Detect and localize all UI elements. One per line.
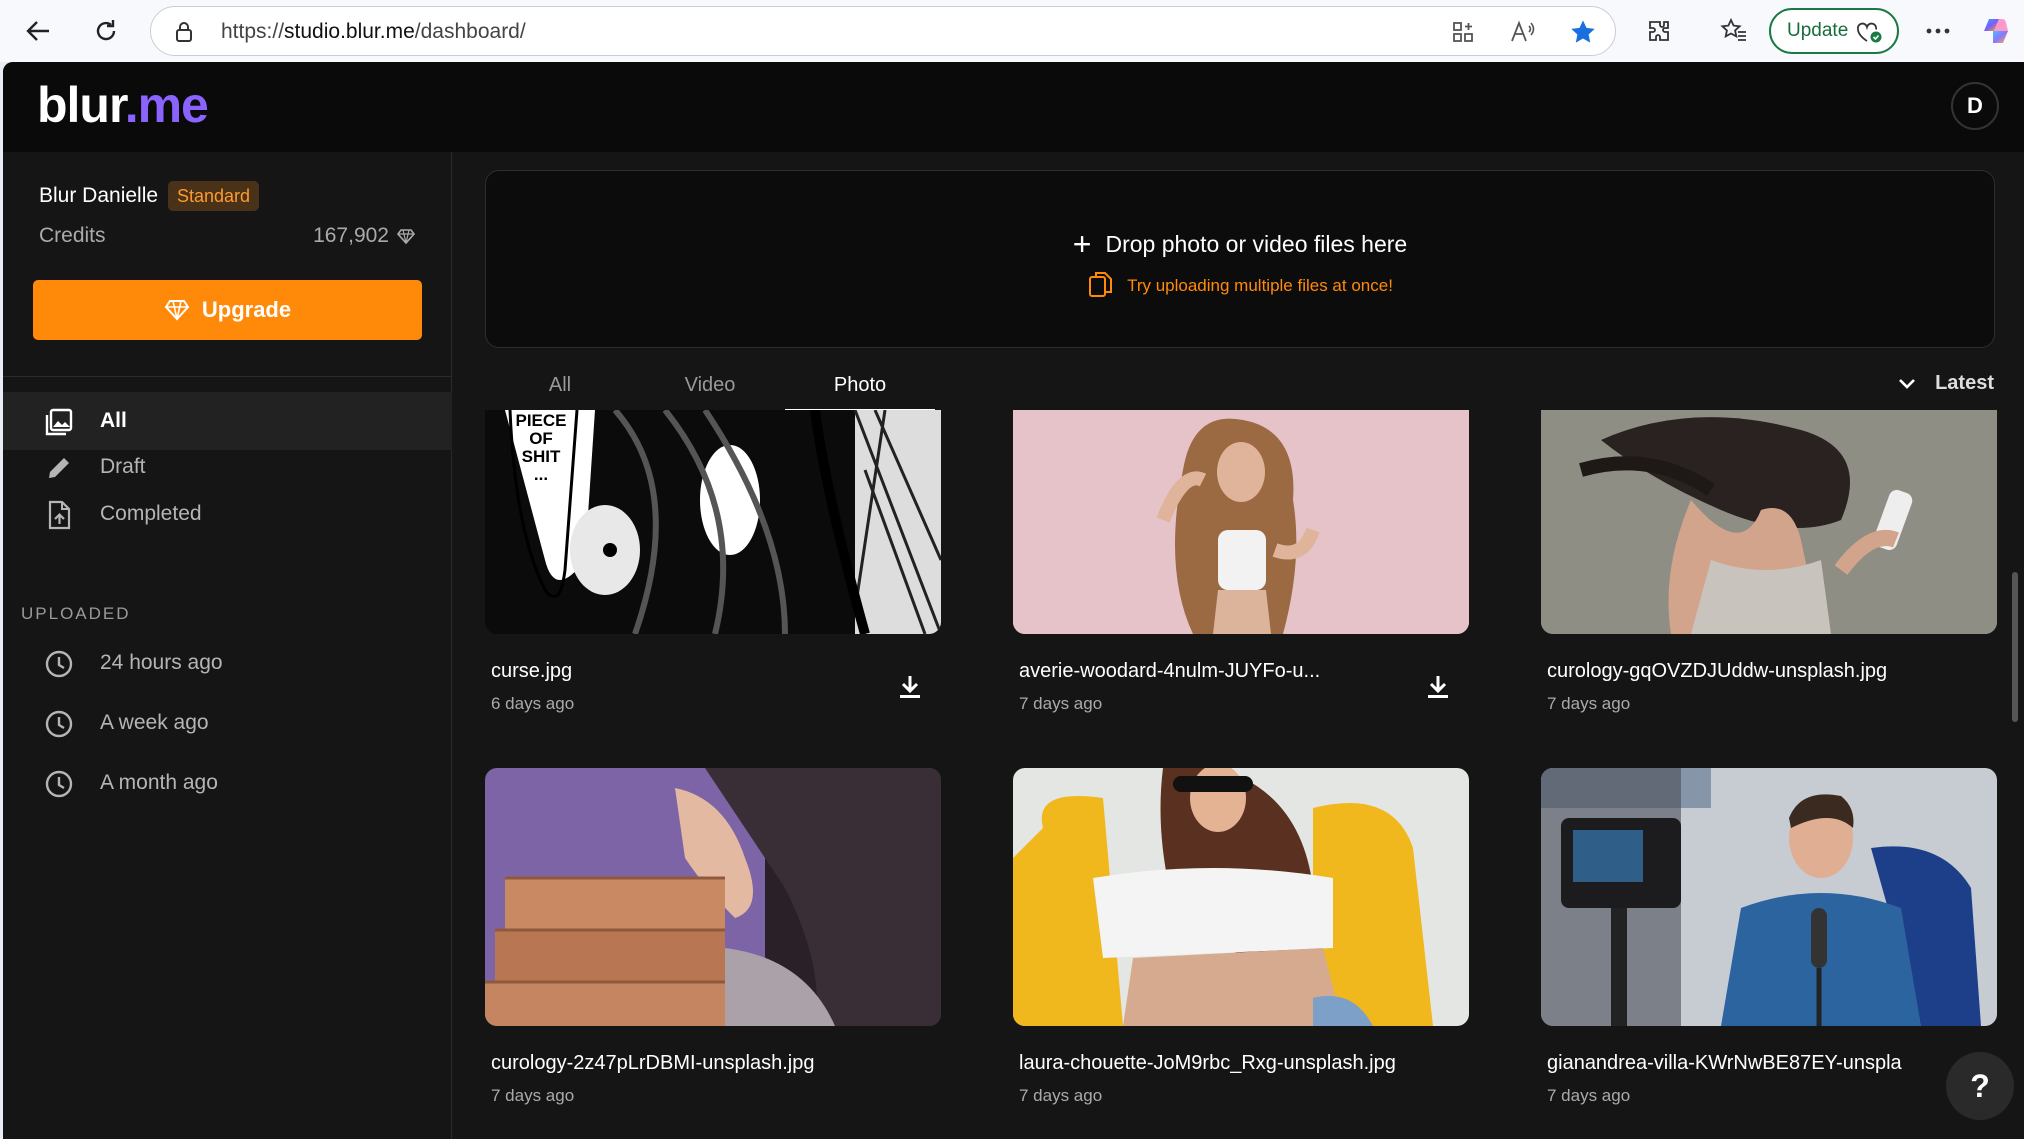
file-card[interactable]: curology-2z47pLrDBMI-unsplash.jpg 7 days… <box>485 768 941 1105</box>
tab-all[interactable]: All <box>485 362 635 412</box>
sidebar: Blur Danielle Standard Credits 167,902 U… <box>3 152 452 1139</box>
file-thumbnail[interactable] <box>1013 410 1469 634</box>
file-name: curse.jpg <box>491 660 573 682</box>
url-text: https://studio.blur.me/dashboard/ <box>221 20 526 43</box>
copilot-icon[interactable] <box>1978 13 2014 49</box>
svg-text:SHIT: SHIT <box>522 447 561 466</box>
sidebar-item-label: A month ago <box>100 771 218 794</box>
clock-icon <box>43 648 75 680</box>
avatar[interactable]: D <box>1951 82 1999 130</box>
upgrade-button[interactable]: Upgrade <box>33 280 422 340</box>
scrollbar[interactable] <box>2012 572 2018 722</box>
file-name: averie-woodard-4nulm-JUYFo-u... <box>1019 660 1321 682</box>
file-date: 7 days ago <box>1547 694 1631 713</box>
download-icon[interactable] <box>895 672 925 702</box>
sidebar-item-label: All <box>100 409 127 432</box>
divider <box>3 376 452 377</box>
app-available-icon[interactable] <box>1447 16 1479 48</box>
read-aloud-icon[interactable] <box>1507 16 1539 48</box>
diamond-icon <box>397 229 415 245</box>
file-thumbnail[interactable] <box>485 768 941 1026</box>
credits-label: Credits <box>39 224 106 247</box>
chevron-down-icon <box>1899 378 1916 389</box>
clock-icon <box>43 708 75 740</box>
file-card[interactable]: gianandrea-villa-KWrNwBE87EY-unspla 7 da… <box>1541 768 1997 1105</box>
file-thumbnail[interactable] <box>1541 410 1997 634</box>
file-grid: PIECE OF SHIT ... curse.jpg 6 days ago a… <box>485 410 1997 1139</box>
file-date: 6 days ago <box>491 694 575 713</box>
dropzone-title: + Drop photo or video files here <box>1072 226 1408 262</box>
credits-value: 167,902 <box>313 224 415 248</box>
app-header: blur.me D <box>3 62 2024 152</box>
app-window: blur.me D Blur Danielle Standard Credits… <box>3 62 2024 1139</box>
reload-icon[interactable] <box>86 11 126 51</box>
tab-video[interactable]: Video <box>635 362 785 412</box>
upload-dropzone[interactable]: + Drop photo or video files here Try uplo… <box>485 170 1995 348</box>
sidebar-item-label: Completed <box>100 502 202 525</box>
help-button[interactable]: ? <box>1946 1052 2014 1120</box>
file-name: curology-2z47pLrDBMI-unsplash.jpg <box>491 1052 815 1074</box>
browser-toolbar: https://studio.blur.me/dashboard/ Update <box>0 0 2024 62</box>
main-content: + Drop photo or video files here Try uplo… <box>453 152 2024 1139</box>
file-date: 7 days ago <box>1547 1086 1631 1105</box>
back-icon[interactable] <box>18 11 58 51</box>
address-bar[interactable]: https://studio.blur.me/dashboard/ <box>150 6 1616 56</box>
update-heart-icon <box>1855 20 1883 50</box>
favorite-star-icon[interactable] <box>1567 16 1599 48</box>
sidebar-item-label: A week ago <box>100 711 209 734</box>
uploaded-section-title: UPLOADED <box>21 604 131 623</box>
file-thumbnail[interactable] <box>1541 768 1997 1026</box>
site-info-icon[interactable] <box>173 21 195 48</box>
diamond-icon <box>164 300 190 321</box>
file-card[interactable]: PIECE OF SHIT ... curse.jpg 6 days ago <box>485 410 941 713</box>
file-date: 7 days ago <box>491 1086 575 1105</box>
sidebar-item-label: Draft <box>100 455 146 478</box>
file-thumbnail[interactable] <box>1013 768 1469 1026</box>
file-card[interactable]: curology-gqOVZDJUddw-unsplash.jpg 7 days… <box>1541 410 1997 713</box>
logo[interactable]: blur.me <box>37 76 209 134</box>
svg-text:PIECE: PIECE <box>515 411 566 430</box>
update-button[interactable]: Update <box>1769 8 1899 54</box>
dropzone-hint: Try uploading multiple files at once! <box>486 269 1994 299</box>
more-options-icon[interactable] <box>1920 13 1956 49</box>
sidebar-item-completed[interactable]: Completed <box>3 485 452 543</box>
file-date: 7 days ago <box>1019 694 1103 713</box>
update-label: Update <box>1787 20 1849 41</box>
file-name: laura-chouette-JoM9rbc_Rxg-unsplash.jpg <box>1019 1052 1396 1074</box>
pencil-icon <box>43 452 75 484</box>
file-card[interactable]: averie-woodard-4nulm-JUYFo-u... 7 days a… <box>1013 410 1469 713</box>
credits-amount: 167,902 <box>313 224 389 247</box>
sort-label: Latest <box>1935 372 1994 394</box>
sort-dropdown[interactable]: Latest <box>1897 372 1994 395</box>
copy-files-icon <box>1089 272 1113 297</box>
svg-text:...: ... <box>534 465 548 484</box>
file-name: gianandrea-villa-KWrNwBE87EY-unspla <box>1547 1052 1902 1074</box>
favorites-icon[interactable] <box>1716 13 1752 49</box>
file-upload-icon <box>43 499 75 531</box>
sidebar-item-label: 24 hours ago <box>100 651 223 674</box>
sidebar-item-week[interactable]: A week ago <box>3 694 452 752</box>
gallery-icon <box>43 406 75 438</box>
file-card[interactable]: laura-chouette-JoM9rbc_Rxg-unsplash.jpg … <box>1013 768 1469 1105</box>
sidebar-item-month[interactable]: A month ago <box>3 754 452 812</box>
extensions-icon[interactable] <box>1641 13 1677 49</box>
svg-text:OF: OF <box>529 429 553 448</box>
plus-icon: + <box>1072 226 1092 262</box>
download-icon[interactable] <box>1423 672 1453 702</box>
tab-photo[interactable]: Photo <box>785 362 935 412</box>
file-name: curology-gqOVZDJUddw-unsplash.jpg <box>1547 660 1888 682</box>
upgrade-label: Upgrade <box>201 297 292 322</box>
user-name: Blur Danielle <box>39 184 159 207</box>
sidebar-item-24-hours[interactable]: 24 hours ago <box>3 634 452 692</box>
plan-badge: Standard <box>168 181 260 211</box>
file-date: 7 days ago <box>1019 1086 1103 1105</box>
clock-icon <box>43 768 75 800</box>
file-thumbnail[interactable]: PIECE OF SHIT ... <box>485 410 941 634</box>
